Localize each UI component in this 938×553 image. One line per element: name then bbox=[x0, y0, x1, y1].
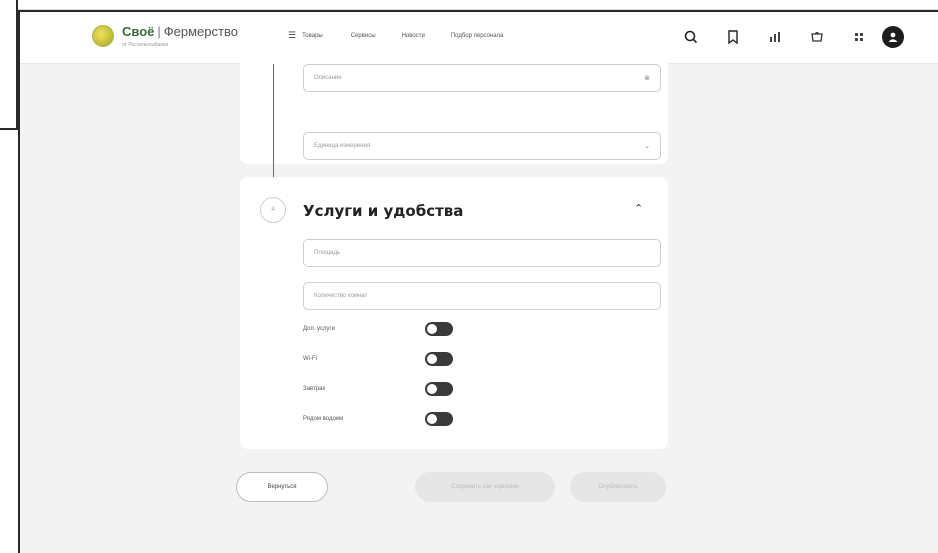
logo-text: Своё | Фермерство от Россельхозбанка bbox=[122, 24, 238, 48]
logo-subtitle: от Россельхозбанка bbox=[122, 42, 169, 48]
nav-item-services[interactable]: Сервисы bbox=[351, 33, 376, 39]
back-button[interactable]: Вернуться bbox=[236, 472, 328, 502]
logo-separator: | bbox=[157, 24, 161, 39]
menu-label: Товары bbox=[302, 32, 323, 39]
unit-select[interactable]: Единица измерения ⌄ bbox=[303, 132, 661, 160]
toggle-row-water: Рядом водоем bbox=[303, 412, 473, 426]
rooms-field[interactable]: Количество комнат bbox=[303, 282, 661, 310]
chevron-down-icon: ⌄ bbox=[644, 143, 650, 150]
user-icon[interactable] bbox=[882, 26, 904, 48]
breakfast-toggle[interactable] bbox=[425, 382, 453, 396]
toggle-knob bbox=[427, 324, 437, 334]
area-placeholder: Площадь bbox=[314, 250, 341, 256]
nav-item-news[interactable]: Новости bbox=[402, 33, 425, 39]
cart-icon[interactable] bbox=[808, 28, 826, 46]
toggle-label: Завтрак bbox=[303, 386, 326, 392]
unit-placeholder: Единица измерения bbox=[314, 143, 371, 149]
header-icons bbox=[658, 26, 904, 48]
description-placeholder: Описание bbox=[314, 75, 342, 81]
grid-icon[interactable] bbox=[850, 28, 868, 46]
main-nav: ☰ Товары Сервисы Новости Подбор персонал… bbox=[288, 30, 529, 41]
bookmark-icon[interactable] bbox=[724, 28, 742, 46]
clear-icon[interactable]: ⊗ bbox=[644, 74, 650, 82]
toggle-knob bbox=[427, 354, 437, 364]
toggle-row-wifi: Wi-Fi bbox=[303, 352, 473, 366]
nav-item-staff[interactable]: Подбор персонала bbox=[451, 33, 504, 39]
toggle-knob bbox=[427, 384, 437, 394]
menu-button[interactable]: ☰ Товары bbox=[288, 30, 323, 41]
toggle-row-extra-services: Доп. услуги bbox=[303, 322, 473, 336]
logo-section: Фермерство bbox=[163, 24, 238, 39]
publish-button[interactable]: Опубликовать bbox=[570, 472, 666, 502]
step-number: 4 bbox=[271, 207, 275, 213]
top-border bbox=[0, 0, 938, 10]
description-field[interactable]: Описание ⊗ bbox=[303, 64, 661, 92]
logo-brand: Своё bbox=[122, 24, 155, 39]
rooms-placeholder: Количество комнат bbox=[314, 293, 368, 299]
step-indicator: 4 bbox=[260, 197, 286, 223]
toggle-label: Доп. услуги bbox=[303, 326, 336, 332]
search-icon[interactable] bbox=[682, 28, 700, 46]
chart-icon[interactable] bbox=[766, 28, 784, 46]
section-title: Услуги и удобства bbox=[303, 202, 464, 220]
toggle-knob bbox=[427, 414, 437, 424]
extra-services-toggle[interactable] bbox=[425, 322, 453, 336]
chevron-up-icon[interactable]: ⌃ bbox=[634, 202, 643, 215]
water-toggle[interactable] bbox=[425, 412, 453, 426]
toggle-label: Wi-Fi bbox=[303, 356, 317, 362]
area-field[interactable]: Площадь bbox=[303, 239, 661, 267]
toggle-label: Рядом водоем bbox=[303, 416, 344, 422]
wifi-toggle[interactable] bbox=[425, 352, 453, 366]
logo[interactable]: Своё | Фермерство от Россельхозбанка bbox=[92, 24, 238, 48]
browser-window: Своё | Фермерство от Россельхозбанка ☰ Тов… bbox=[18, 10, 938, 553]
logo-icon bbox=[92, 25, 114, 47]
save-draft-button[interactable]: Сохранить как черновик bbox=[415, 472, 555, 502]
hamburger-icon: ☰ bbox=[288, 30, 297, 40]
toggle-row-breakfast: Завтрак bbox=[303, 382, 473, 396]
background-window-fragment bbox=[0, 0, 18, 130]
